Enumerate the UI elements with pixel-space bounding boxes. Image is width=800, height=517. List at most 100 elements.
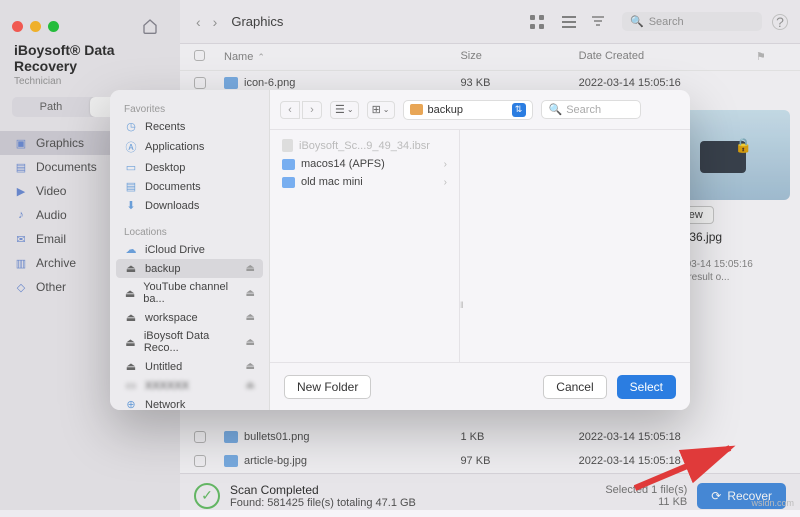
filter-icon[interactable] [590,13,612,31]
sidebar-applications[interactable]: ⒶApplications [110,136,269,158]
nav-back-icon[interactable]: ‹ [192,12,205,32]
image-file-icon [224,455,238,467]
file-item[interactable]: iBoysoft_Sc...9_49_34.ibsr [274,136,455,155]
search-input[interactable]: 🔍Search [622,12,762,31]
scan-status-subtitle: Found: 581425 file(s) totaling 47.1 GB [230,497,416,509]
fullscreen-window-icon[interactable] [48,21,59,32]
row-checkbox[interactable] [194,77,206,89]
folder-icon [410,104,423,115]
eject-icon[interactable]: ⏏ [246,312,255,323]
image-icon: ▣ [14,136,28,150]
network-icon: ⊕ [124,398,138,410]
desktop-icon: ▭ [124,161,138,174]
drive-icon: ⏏ [124,336,137,349]
documents-icon: ▤ [124,180,138,193]
sidebar-workspace[interactable]: ⏏workspace⏏ [110,308,269,327]
path-dropdown[interactable]: backup ⇅ [403,100,533,120]
minimize-window-icon[interactable] [30,21,41,32]
sidebar-network[interactable]: ⊕Network [110,395,269,410]
tab-path[interactable]: Path [12,97,90,117]
image-file-icon [224,77,238,89]
toolbar: ‹ › Graphics 🔍Search ? [180,0,800,44]
row-checkbox[interactable] [194,431,206,443]
sidebar-desktop[interactable]: ▭Desktop [110,158,269,177]
eject-icon[interactable]: ⏏ [246,288,255,299]
audio-icon: ♪ [14,208,28,222]
drive-icon: ⏏ [124,262,138,275]
sidebar-icloud[interactable]: ☁iCloud Drive [110,240,269,259]
folder-icon [282,177,295,188]
sheet-footer: New Folder Cancel Select [270,362,690,410]
sheet-toolbar: ‹› ☰ ⌄ ⊞ ⌄ backup ⇅ 🔍Search [270,90,690,130]
eject-icon[interactable]: ⏏ [246,263,255,274]
table-row[interactable]: bullets01.png 1 KB 2022-03-14 15:05:18 [180,425,800,449]
help-icon[interactable]: ? [772,14,788,30]
document-icon: ▤ [14,160,28,174]
selected-size: 11 KB [605,496,687,508]
watermark: wsldn.com [751,498,794,508]
check-circle-icon: ✓ [194,483,220,509]
downloads-icon: ⬇ [124,199,138,212]
list-view-icon[interactable] [558,13,580,31]
eject-icon[interactable]: ⏏ [246,361,255,372]
sidebar-downloads[interactable]: ⬇Downloads [110,196,269,215]
cloud-icon: ☁ [124,243,138,256]
selected-count: Selected 1 file(s) [605,484,687,496]
column-size[interactable]: Size [460,50,578,64]
other-icon: ◇ [14,280,28,294]
scan-status-title: Scan Completed [230,483,416,497]
sidebar-blurred[interactable]: ▭XXXXXX⏏ [110,376,269,395]
save-sheet: Favorites ◷Recents ⒶApplications ▭Deskto… [110,90,690,410]
window-controls [0,10,180,42]
video-icon: ▶ [14,184,28,198]
sidebar-untitled[interactable]: ⏏Untitled⏏ [110,357,269,376]
select-all-checkbox[interactable] [194,50,205,61]
column-date[interactable]: Date Created [579,50,756,64]
sheet-search-input[interactable]: 🔍Search [541,100,641,119]
locations-header: Locations [110,223,269,240]
lock-icon: 🔒 [735,137,752,154]
column-resize-handle[interactable]: ‖ [460,300,464,310]
sort-up-icon: ⌃ [257,52,265,63]
home-icon[interactable] [142,18,158,34]
grid-view-icon[interactable] [526,13,548,31]
folder-item[interactable]: old mac mini› [274,173,455,191]
drive-icon: ⏏ [124,360,138,373]
status-footer: ✓ Scan Completed Found: 581425 file(s) t… [180,473,800,517]
column-view-button[interactable]: ☰ ⌄ [330,101,359,119]
search-icon: 🔍 [549,103,563,116]
file-icon [282,139,293,152]
group-button[interactable]: ⊞ ⌄ [367,101,395,119]
breadcrumb: Graphics [231,14,283,29]
app-subtitle: Technician [0,76,180,87]
row-checkbox[interactable] [194,455,206,467]
column-name[interactable]: Name ⌃ [224,50,460,64]
sheet-back-icon[interactable]: ‹ [280,101,300,119]
new-folder-button[interactable]: New Folder [284,375,371,399]
drive-icon: ⏏ [124,311,138,324]
eject-icon[interactable]: ⏏ [246,380,255,391]
cancel-button[interactable]: Cancel [543,375,606,399]
email-icon: ✉ [14,232,28,246]
display-icon: ▭ [124,379,138,392]
sheet-forward-icon[interactable]: › [302,101,322,119]
chevron-updown-icon: ⇅ [512,103,526,117]
apps-icon: Ⓐ [124,139,138,155]
sidebar-youtube[interactable]: ⏏YouTube channel ba...⏏ [110,278,269,308]
sidebar-backup[interactable]: ⏏backup⏏ [116,259,263,278]
eject-icon[interactable]: ⏏ [246,337,255,348]
folder-icon [282,159,295,170]
file-column: iBoysoft_Sc...9_49_34.ibsr macos14 (APFS… [270,130,460,362]
folder-item[interactable]: macos14 (APFS)› [274,155,455,173]
refresh-icon: ⟳ [711,489,721,503]
close-window-icon[interactable] [12,21,23,32]
nav-forward-icon[interactable]: › [209,12,222,32]
sidebar-iboysoft[interactable]: ⏏iBoysoft Data Reco...⏏ [110,327,269,357]
table-row[interactable]: article-bg.jpg 97 KB 2022-03-14 15:05:18 [180,449,800,473]
column-browser: iBoysoft_Sc...9_49_34.ibsr macos14 (APFS… [270,130,690,362]
select-button[interactable]: Select [617,375,676,399]
sidebar-documents[interactable]: ▤Documents [110,177,269,196]
list-header: Name ⌃ Size Date Created ⚑ [180,44,800,71]
chevron-right-icon: › [444,177,447,188]
sidebar-recents[interactable]: ◷Recents [110,117,269,136]
